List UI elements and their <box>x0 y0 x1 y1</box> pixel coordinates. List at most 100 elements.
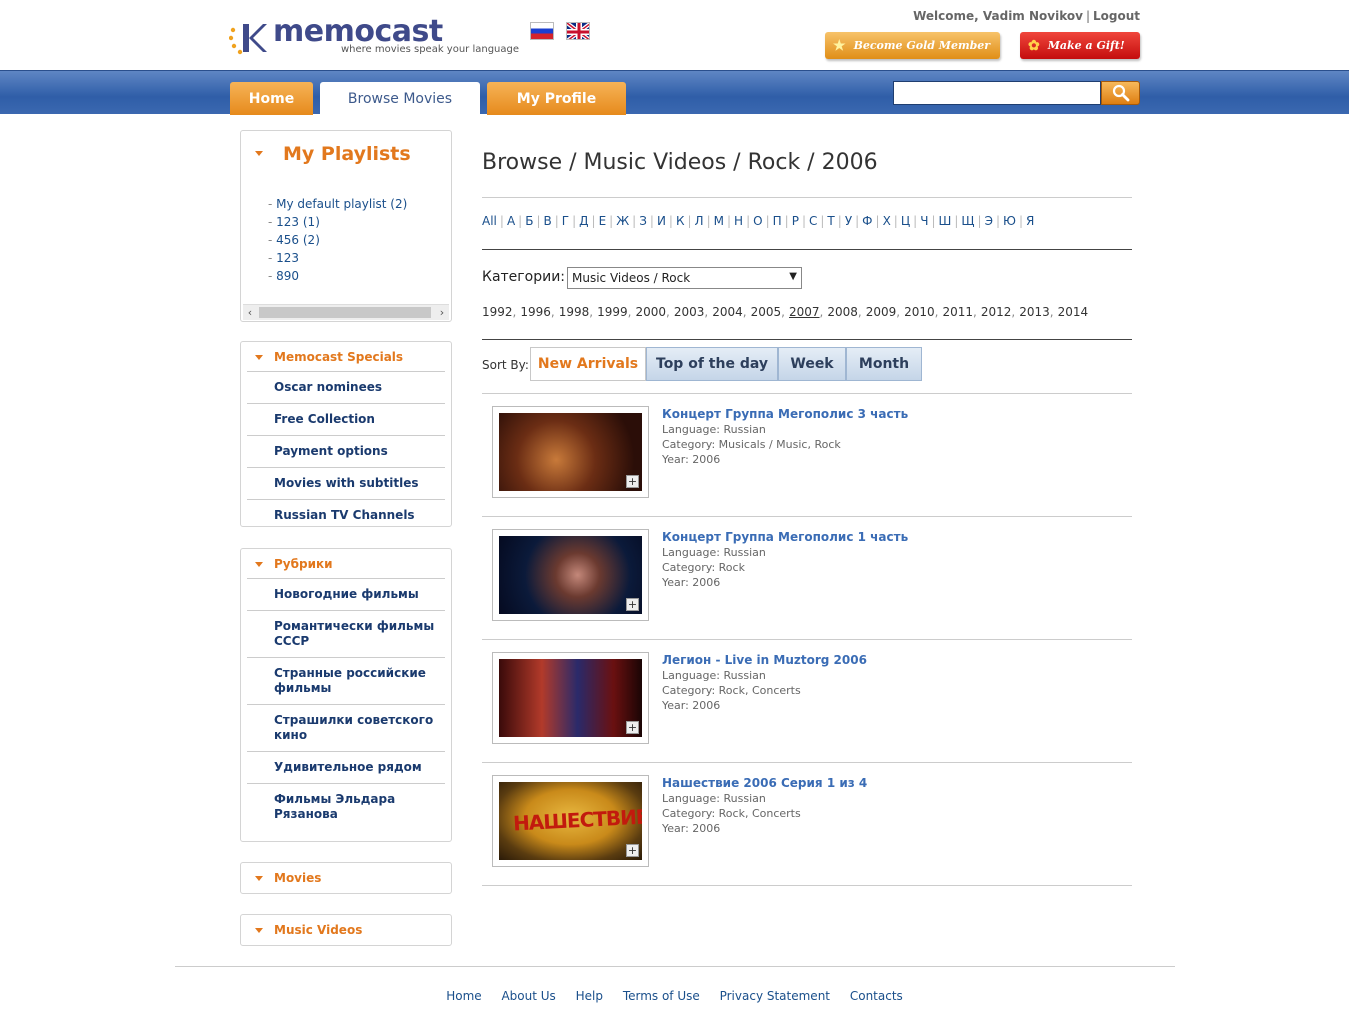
year-link[interactable]: 1996 <box>520 305 551 319</box>
alphabet-letter-link[interactable]: Ц <box>901 214 910 228</box>
footer-link-contacts[interactable]: Contacts <box>850 989 903 1003</box>
year-link[interactable]: 2013 <box>1019 305 1050 319</box>
year-link[interactable]: 2003 <box>674 305 705 319</box>
tab-my-profile[interactable]: My Profile <box>487 82 626 115</box>
rubriki-header[interactable]: Рубрики <box>247 549 445 579</box>
video-thumbnail[interactable]: + <box>492 652 649 744</box>
video-title-link[interactable]: Концерт Группа Мегополис 3 часть <box>662 407 908 421</box>
alphabet-letter-link[interactable]: Н <box>734 214 743 228</box>
year-link[interactable]: 2000 <box>636 305 667 319</box>
uk-flag-icon[interactable] <box>566 22 590 40</box>
footer-link-about-us[interactable]: About Us <box>501 989 555 1003</box>
alphabet-letter-link[interactable]: М <box>714 214 724 228</box>
year-link[interactable]: 1998 <box>559 305 590 319</box>
add-to-playlist-icon[interactable]: + <box>626 721 639 734</box>
year-link[interactable]: 2004 <box>712 305 743 319</box>
movies-panel[interactable]: Movies <box>240 862 452 894</box>
alphabet-letter-link[interactable]: Ш <box>939 214 952 228</box>
playlist-link[interactable]: 123 <box>276 251 299 265</box>
sidebar-item-rubrika[interactable]: Удивительное рядом <box>247 752 445 784</box>
year-link[interactable]: 2009 <box>866 305 897 319</box>
alphabet-letter-link[interactable]: Р <box>792 214 799 228</box>
playlist-item[interactable]: - 890 <box>268 267 407 285</box>
video-thumbnail[interactable]: НАШЕСТВИЕ + <box>492 775 649 867</box>
year-link[interactable]: 2005 <box>751 305 782 319</box>
footer-link-help[interactable]: Help <box>576 989 603 1003</box>
video-title-link[interactable]: Нашествие 2006 Серия 1 из 4 <box>662 776 867 790</box>
alphabet-letter-link[interactable]: Л <box>695 214 704 228</box>
alphabet-letter-link[interactable]: А <box>507 214 515 228</box>
alphabet-letter-link[interactable]: В <box>543 214 551 228</box>
specials-header[interactable]: Memocast Specials <box>247 342 445 372</box>
playlist-item[interactable]: - 123 (1) <box>268 213 407 231</box>
video-thumbnail[interactable]: + <box>492 406 649 498</box>
year-link[interactable]: 2014 <box>1058 305 1089 319</box>
alphabet-letter-link[interactable]: Ю <box>1003 214 1016 228</box>
scrollbar-thumb[interactable] <box>259 307 431 318</box>
footer-link-home[interactable]: Home <box>446 989 481 1003</box>
playlist-item[interactable]: - 123 <box>268 249 407 267</box>
playlist-item[interactable]: - My default playlist (2) <box>268 195 407 213</box>
tab-home[interactable]: Home <box>230 82 313 115</box>
sidebar-item-payment-options[interactable]: Payment options <box>247 436 445 468</box>
sort-tab-month[interactable]: Month <box>846 347 922 381</box>
alphabet-letter-link[interactable]: О <box>753 214 762 228</box>
make-a-gift-button[interactable]: ✿ Make a Gift! <box>1020 32 1140 59</box>
alphabet-letter-link[interactable]: Я <box>1026 214 1034 228</box>
video-thumbnail-image[interactable]: + <box>499 413 642 491</box>
sidebar-item-rubrika[interactable]: Фильмы Эльдара Рязанова <box>247 784 445 830</box>
alphabet-letter-link[interactable]: Э <box>985 214 993 228</box>
year-link[interactable]: 2008 <box>827 305 858 319</box>
year-link[interactable]: 2012 <box>981 305 1012 319</box>
alphabet-letter-link[interactable]: И <box>657 214 666 228</box>
sidebar-item-free-collection[interactable]: Free Collection <box>247 404 445 436</box>
year-link[interactable]: 2007 <box>789 305 820 319</box>
sidebar-item-movies-with-subtitles[interactable]: Movies with subtitles <box>247 468 445 500</box>
video-title-link[interactable]: Легион - Live in Muztorg 2006 <box>662 653 867 667</box>
playlist-link[interactable]: 456 (2) <box>276 233 320 247</box>
sidebar-item-rubrika[interactable]: Новогодние фильмы <box>247 579 445 611</box>
search-button[interactable] <box>1101 81 1140 105</box>
alphabet-letter-link[interactable]: Щ <box>961 214 974 228</box>
alphabet-letter-link[interactable]: Д <box>579 214 588 228</box>
playlist-link[interactable]: 123 (1) <box>276 215 320 229</box>
alphabet-letter-link[interactable]: Ж <box>616 214 629 228</box>
video-thumbnail[interactable]: + <box>492 529 649 621</box>
sort-tab-week[interactable]: Week <box>778 347 846 381</box>
category-select[interactable]: Music Videos / Rock ▼ <box>567 267 802 289</box>
video-title-link[interactable]: Концерт Группа Мегополис 1 часть <box>662 530 908 544</box>
year-link[interactable]: 2010 <box>904 305 935 319</box>
alphabet-letter-link[interactable]: К <box>676 214 685 228</box>
alphabet-letter-link[interactable]: Х <box>883 214 891 228</box>
alphabet-letter-link[interactable]: Ф <box>862 214 872 228</box>
year-link[interactable]: 1992 <box>482 305 513 319</box>
sidebar-item-oscar-nominees[interactable]: Oscar nominees <box>247 372 445 404</box>
become-gold-member-button[interactable]: ★ Become Gold Member <box>825 32 1000 59</box>
alphabet-letter-link[interactable]: Г <box>562 214 569 228</box>
sort-tab-new-arrivals[interactable]: New Arrivals <box>530 347 646 381</box>
playlist-link[interactable]: 890 <box>276 269 299 283</box>
horizontal-scrollbar[interactable]: ‹ › <box>243 304 449 320</box>
scroll-left-icon[interactable]: ‹ <box>243 305 257 321</box>
alphabet-letter-link[interactable]: All <box>482 214 497 228</box>
video-thumbnail-image[interactable]: + <box>499 536 642 614</box>
movies-header[interactable]: Movies <box>247 863 445 893</box>
add-to-playlist-icon[interactable]: + <box>626 475 639 488</box>
sidebar-item-rubrika[interactable]: Романтически фильмы СССР <box>247 611 445 658</box>
add-to-playlist-icon[interactable]: + <box>626 598 639 611</box>
music-videos-header[interactable]: Music Videos <box>247 915 445 945</box>
footer-link-terms-of-use[interactable]: Terms of Use <box>623 989 700 1003</box>
tab-browse-movies[interactable]: Browse Movies <box>320 82 480 115</box>
alphabet-letter-link[interactable]: Т <box>827 214 834 228</box>
year-link[interactable]: 1999 <box>597 305 628 319</box>
search-input[interactable] <box>893 81 1101 105</box>
year-link[interactable]: 2011 <box>943 305 974 319</box>
footer-link-privacy-statement[interactable]: Privacy Statement <box>720 989 830 1003</box>
video-thumbnail-image[interactable]: НАШЕСТВИЕ + <box>499 782 642 860</box>
collapse-arrow-icon[interactable] <box>255 151 263 156</box>
alphabet-letter-link[interactable]: П <box>773 214 782 228</box>
add-to-playlist-icon[interactable]: + <box>626 844 639 857</box>
sidebar-item-rubrika[interactable]: Странные российские фильмы <box>247 658 445 705</box>
music-videos-panel[interactable]: Music Videos <box>240 914 452 946</box>
playlist-link[interactable]: My default playlist (2) <box>276 197 407 211</box>
